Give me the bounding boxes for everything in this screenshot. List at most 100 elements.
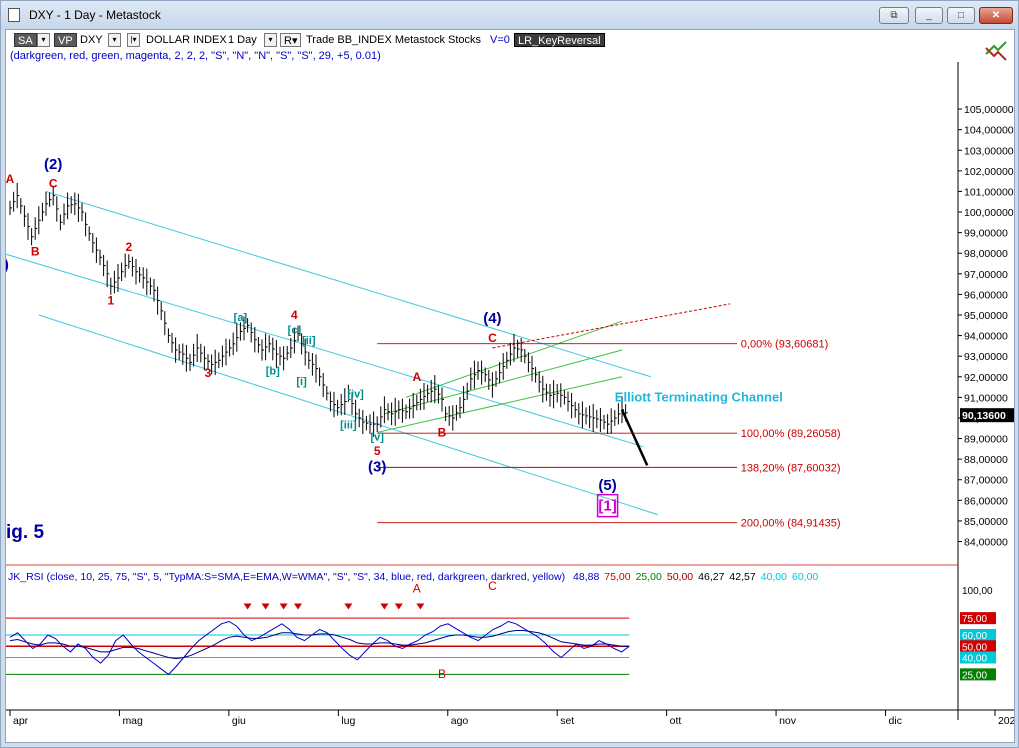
fib-label: 200,00% (84,91435) (741, 518, 841, 530)
fib-label: 0,00% (93,60681) (741, 339, 828, 351)
rsi-arrow-icon (279, 603, 288, 610)
price-tick-label: 99,00000 (964, 228, 1008, 240)
price-tick-label: 101,00000 (964, 186, 1014, 198)
rsi-value: 50,00 (666, 571, 694, 583)
minimize-button[interactable]: _ (915, 7, 943, 24)
time-tick-label: ago (451, 715, 469, 727)
price-chart: 0,00% (93,60681) 100,00% (89,26058) 138,20… (6, 41, 1014, 727)
channel-line (38, 314, 659, 516)
price-tick-label: 98,00000 (964, 248, 1008, 260)
wave-label: [ii] (302, 335, 316, 347)
wave-label: [iv] (347, 388, 364, 400)
wave-label: 2 (125, 240, 132, 254)
wave-label: ) (6, 257, 9, 274)
rsi-value: 48,88 (573, 571, 600, 583)
price-tick-label: 86,00000 (964, 495, 1008, 507)
rsi-value: 75,00 (604, 571, 631, 583)
time-tick-label: 2021 (998, 715, 1014, 727)
price-tick-label: 103,00000 (964, 145, 1014, 157)
wave-label: A (412, 370, 421, 384)
fib-label: 138,20% (87,60032) (741, 462, 841, 474)
price-tick-label: 100,00000 (964, 207, 1014, 219)
channel-line (45, 190, 651, 378)
wave-label: [i] (296, 376, 307, 388)
fib-label: 100,00% (89,26058) (741, 428, 841, 440)
price-tick-label: 87,00000 (964, 475, 1008, 487)
wave-label: (5) (598, 477, 616, 494)
wave-label: [1] (598, 498, 616, 515)
wave-label: (4) (483, 310, 501, 327)
rsi-arrow-icon (394, 603, 403, 610)
time-axis: aprmaggiulugagosetottnovdic2021febmarapr… (9, 710, 1014, 727)
wave-label: [iii] (340, 419, 357, 431)
time-tick-label: apr (13, 715, 29, 727)
app-window: DXY - 1 Day - Metastock ⧉ _ □ ✕ SA ▾ VP … (0, 0, 1019, 748)
wave-label: (2) (44, 156, 62, 173)
trend-icon-down (985, 47, 1007, 61)
rsi-level-label: 40,00 (962, 654, 987, 665)
price-tick-label: 89,00000 (964, 434, 1008, 446)
price-tick-label: 88,00000 (964, 454, 1008, 466)
wave-label: (3) (368, 459, 386, 476)
wave-label: [c] (288, 325, 302, 337)
price-tick-label: 102,00000 (964, 166, 1014, 178)
projection-line (492, 303, 731, 349)
rsi-arrow-icon (380, 603, 389, 610)
close-button[interactable]: ✕ (979, 7, 1013, 24)
chart-misc (985, 41, 1007, 61)
rsi-header: JK_RSI (close, 10, 25, 75, "S", 5, "TypM… (8, 571, 828, 583)
app-icon (8, 8, 20, 22)
price-tick-label: 95,00000 (964, 310, 1008, 322)
title-bar: DXY - 1 Day - Metastock ⧉ _ □ ✕ (1, 1, 1018, 29)
rsi-arrow-icon (294, 603, 302, 610)
wave-label: [v] (370, 432, 384, 444)
wave-label: 5 (374, 444, 381, 458)
price-tick-label: 84,00000 (964, 537, 1008, 549)
rsi-params: JK_RSI (close, 10, 25, 75, "S", 5, "TypM… (8, 571, 566, 583)
rsi-value: 60,00 (791, 571, 819, 583)
rsi-label: B (438, 667, 446, 681)
rsi-value: 42,57 (729, 571, 756, 583)
price-tick-label: 91,00000 (964, 392, 1008, 404)
price-tick-label: 93,00000 (964, 351, 1008, 363)
rsi-arrow-icon (416, 603, 425, 610)
wave-label: 1 (107, 294, 114, 308)
wave-label: [a] (234, 312, 248, 324)
price-tick-label: 92,00000 (964, 372, 1008, 384)
wave-label: B (31, 244, 40, 258)
rsi-arrow-icon (344, 603, 353, 610)
wave-label: [b] (266, 366, 280, 378)
price-axis: 84,00000 85,00000 86,00000 87,00000 88,00000… (6, 62, 1014, 720)
wave-labels: A (2) C B) 2 1 3 [a] 4 [c][ii] [b] [i] [iv] [iii] [v]5… (6, 156, 783, 543)
wave-label: C (49, 176, 58, 190)
window-title: DXY - 1 Day - Metastock (29, 8, 161, 22)
rsi-series-line (9, 620, 630, 676)
wave-label: 4 (291, 308, 298, 322)
price-bars (9, 182, 628, 437)
rsi-arrow-icon (243, 603, 252, 610)
time-tick-label: dic (889, 715, 902, 727)
rsi-level-label: 25,00 (962, 670, 987, 681)
rsi-value: 46,27 (698, 571, 725, 583)
price-tick-label: 97,00000 (964, 269, 1008, 281)
maximize-button[interactable]: □ (947, 7, 975, 24)
time-tick-label: mag (122, 715, 143, 727)
time-tick-label: ott (670, 715, 682, 727)
rsi-panel: 100,0075,0060,0050,0040,0025,00A CB (6, 579, 996, 681)
restore-down-button[interactable]: ⧉ (879, 7, 909, 24)
price-tick-label: 85,00000 (964, 516, 1008, 528)
rsi-value: 25,00 (635, 571, 662, 583)
price-tick-label: 105,00000 (964, 104, 1014, 116)
wave-label: 3 (205, 366, 212, 380)
rsi-arrow-icon (261, 603, 270, 610)
price-tick-label: 96,00000 (964, 289, 1008, 301)
channel-line (6, 253, 644, 448)
time-tick-label: set (560, 715, 574, 727)
time-tick-label: nov (779, 715, 797, 727)
fig-label: ig. 5 (6, 522, 44, 543)
rsi-value: 40,00 (760, 571, 787, 583)
last-price-label: 90,13600 (962, 410, 1006, 422)
wave-label: Elliott Terminating Channel (615, 389, 783, 404)
time-tick-label: giu (232, 715, 246, 727)
green-channel-line (377, 376, 623, 433)
